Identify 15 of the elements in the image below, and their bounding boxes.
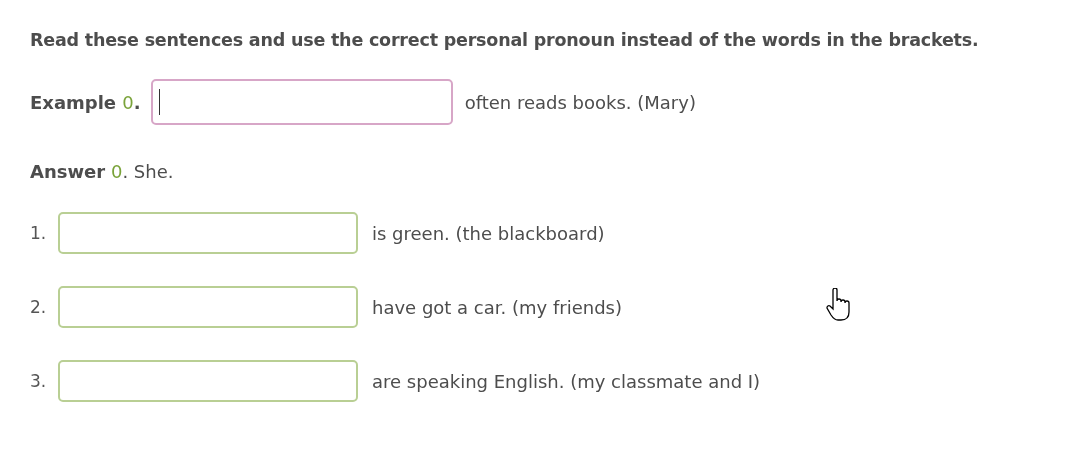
sentence-text: are speaking English. (my classmate and I) [372, 370, 761, 392]
answer-field[interactable] [58, 212, 358, 254]
sentence-text: is green. (the blackboard) [372, 222, 605, 244]
answer-field[interactable] [150, 79, 453, 125]
sentence-text: have got a car. (my friends) [372, 296, 622, 318]
answer-text: Answer 0. She. [30, 161, 174, 182]
sentence-text: often reads books. (Mary) [464, 91, 696, 113]
answer-field[interactable] [58, 360, 358, 402]
item-number: 2. [30, 297, 46, 317]
hand-cursor-icon [826, 288, 852, 322]
answer-field[interactable] [58, 286, 358, 328]
instruction-text: Read these sentences and use the correct personal pronoun instead of the words in the brackets. [30, 30, 980, 50]
example-label: Example 0. [30, 91, 141, 113]
item-number: 1. [30, 223, 46, 243]
item-number: 3. [30, 371, 46, 391]
